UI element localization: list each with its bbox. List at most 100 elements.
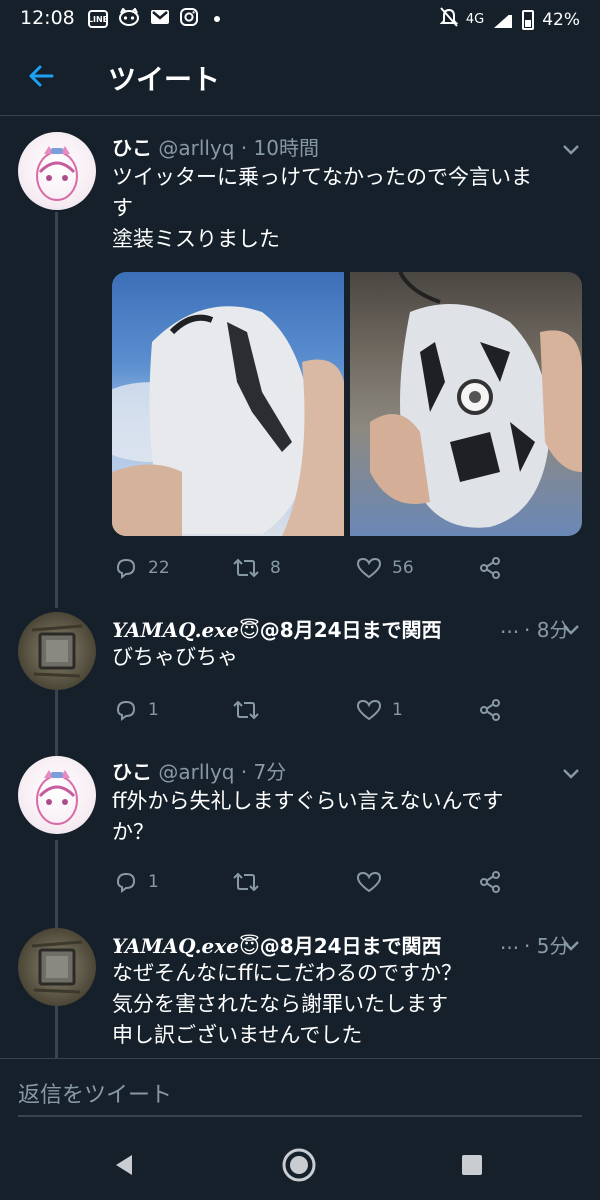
back-button[interactable] [26,60,58,92]
handle[interactable]: @arllyq [158,760,234,784]
like-count: 1 [392,700,403,720]
chevron-down-icon [563,941,579,951]
tweet-actions: 22 8 56 [112,556,512,586]
tweet-header: YAMAQ.exe😇@8月24日まで関西 ... · 5分 [112,930,580,960]
reply-count: 1 [148,700,159,720]
retweet-icon [233,558,259,578]
display-name[interactable]: YAMAQ.exe [112,618,239,642]
tweet-actions: 1 [112,870,512,900]
arrow-left-icon [29,65,54,87]
like-button[interactable]: 56 [356,556,414,580]
ellipsis: ... [500,614,520,638]
reply-button[interactable]: 22 [114,556,170,580]
display-name[interactable]: ひこ [112,136,152,160]
system-nav-bar [0,1130,600,1200]
gmail-icon [150,8,170,30]
display-name[interactable]: ひこ [112,760,152,784]
heart-icon [356,557,382,579]
reply-icon [116,872,136,893]
retweet-button[interactable]: 8 [232,556,281,580]
nav-recents-button[interactable] [454,1147,490,1183]
retweet-icon [233,700,259,720]
halo-emoji: 😇 [238,618,260,642]
reply-icon [116,700,136,721]
avatar[interactable] [18,132,96,210]
status-bar: 12:08 LINE 4G 42% [0,0,600,36]
tweet-text-line: なぜそんなにffにこだわるのですか？ [112,961,463,985]
status-time: 12:08 [20,7,75,29]
share-button[interactable] [478,556,502,580]
retweet-button[interactable] [232,698,270,722]
top-app-bar: ツイート [0,36,600,116]
tweet-text: ff外から失礼しますぐらい言えないんです か？ [112,786,576,848]
heart-icon [356,699,382,721]
tweet-text: びちゃびちゃ [112,642,576,673]
retweet-button[interactable] [232,870,270,894]
tweet-text-line: す [112,196,133,220]
raccoon-app-icon [118,7,140,30]
reply-tweet[interactable]: ひこ @arllyq · 7分 ff外から失礼しますぐらい言えないんです か？ … [0,756,600,906]
page-title: ツイート [108,63,221,96]
tweet-header: ひこ @arllyq · 7分 [112,756,580,786]
reply-count: 22 [148,558,170,578]
tweet-text-line: ff外から失礼しますぐらい言えないんです [112,789,504,813]
nav-home-button[interactable] [281,1147,317,1183]
chevron-down-icon [563,769,579,779]
network-label: 4G [465,12,485,27]
nav-back-button[interactable] [106,1147,142,1183]
reply-tweet[interactable]: YAMAQ.exe😇@8月24日まで関西 ... · 5分 なぜそんなにffにこ… [0,928,600,1058]
avatar[interactable] [18,612,96,690]
timestamp[interactable]: · 10時間 [241,136,319,160]
avatar[interactable] [18,928,96,1006]
reply-input[interactable]: 返信をツイート [18,1077,582,1117]
handle[interactable]: @arllyq [158,136,234,160]
tweet-text-line: 塗装ミスりました [112,227,280,251]
media-photo[interactable] [350,272,582,536]
tweet-menu-button[interactable] [560,934,582,956]
heart-icon [356,871,382,893]
display-name-suffix[interactable]: @8月24日まで関西 [260,934,442,958]
tweet-text: なぜそんなにffにこだわるのですか？ 気分を害されたなら謝罪いたします 申し訳ご… [112,958,576,1051]
like-button[interactable]: 1 [356,698,403,722]
system-icons: 4G 42% [439,7,580,32]
share-button[interactable] [478,698,502,722]
media-photo[interactable] [112,272,344,536]
reply-button[interactable]: 1 [114,870,159,894]
like-button[interactable] [356,870,392,894]
main-tweet[interactable]: ひこ @arllyq · 10時間 ツイッターに乗っけてなかったので今言いま す… [0,132,600,592]
tweet-text-line: 申し訳ございませんでした [112,1023,363,1047]
tweet-actions: 1 1 [112,698,512,728]
display-name[interactable]: YAMAQ.exe [112,934,239,958]
back-triangle-icon [116,1155,132,1175]
tweet-menu-button[interactable] [560,138,582,160]
tweet-text-line: か？ [112,820,154,844]
notification-dot-icon [214,16,220,22]
share-icon [480,871,500,893]
tweet-text-line: ツイッターに乗っけてなかったので今言いま [112,165,532,189]
instagram-icon [180,8,198,30]
tweet-menu-button[interactable] [560,762,582,784]
tweet-text-line: 気分を害されたなら謝罪いたします [112,992,448,1016]
like-count: 56 [392,558,414,578]
share-icon [480,699,500,721]
mute-icon [439,7,459,32]
home-circle-icon [282,1148,316,1182]
chevron-down-icon [563,145,579,155]
tweet-media [112,272,582,536]
share-icon [480,557,500,579]
line-icon: LINE [88,10,108,28]
chevron-down-icon [563,625,579,635]
tweet-menu-button[interactable] [560,618,582,640]
recents-square-icon [462,1155,482,1175]
retweet-count: 8 [270,558,281,578]
reply-tweet[interactable]: YAMAQ.exe😇@8月24日まで関西 ... · 8分 びちゃびちゃ 1 1 [0,612,600,732]
tweet-text-line: びちゃびちゃ [112,645,238,669]
notification-icons: LINE [88,7,220,30]
reply-button[interactable]: 1 [114,698,159,722]
display-name-suffix[interactable]: @8月24日まで関西 [260,618,442,642]
reply-icon [116,558,136,579]
reply-count: 1 [148,872,159,892]
share-button[interactable] [478,870,502,894]
timestamp[interactable]: · 7分 [241,760,286,784]
avatar[interactable] [18,756,96,834]
